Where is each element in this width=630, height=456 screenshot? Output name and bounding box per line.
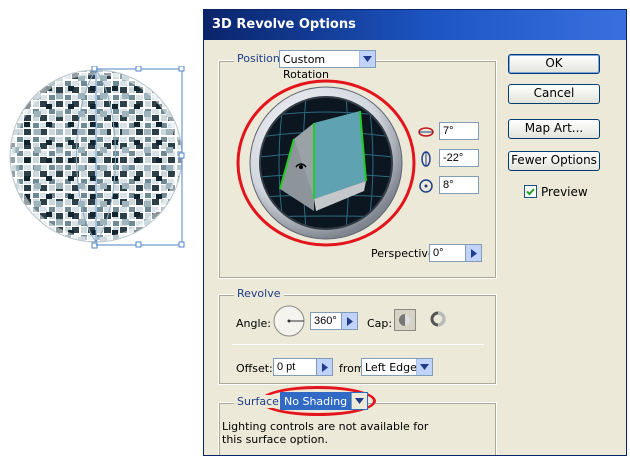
y-rotation-field[interactable]: [439, 149, 479, 167]
perspective-slider-button[interactable]: [466, 244, 482, 262]
cancel-button[interactable]: Cancel: [508, 84, 600, 104]
angle-label: Angle:: [236, 317, 272, 330]
from-dropdown[interactable]: Left Edge: [361, 358, 433, 376]
revolve-options-dialog: 3D Revolve Options Position: Custom Rota…: [203, 9, 627, 456]
x-axis-icon: [418, 124, 434, 140]
revolve-label: Revolve: [234, 287, 284, 300]
z-rotation-field[interactable]: [439, 176, 479, 194]
cap-off-button[interactable]: [428, 309, 450, 331]
fewer-options-button[interactable]: Fewer Options: [508, 151, 600, 171]
y-axis-icon: [418, 151, 434, 167]
surface-value: No Shading: [284, 395, 348, 408]
offset-label: Offset:: [236, 362, 273, 375]
from-value: Left Edge: [365, 361, 417, 374]
map-art-button[interactable]: Map Art...: [508, 119, 600, 139]
angle-slider-button[interactable]: [342, 312, 358, 330]
preview-checkbox[interactable]: [524, 185, 537, 198]
surface-label: Surface:: [234, 395, 286, 408]
surface-note: Lighting controls are not available for …: [222, 420, 429, 446]
surface-dropdown[interactable]: No Shading: [280, 392, 368, 410]
preview-label: Preview: [541, 185, 588, 199]
angle-dial[interactable]: [272, 304, 306, 338]
cap-label: Cap:: [367, 317, 393, 330]
cap-on-button[interactable]: [394, 309, 416, 331]
offset-slider-button[interactable]: [317, 358, 333, 376]
chevron-down-icon[interactable]: [351, 393, 367, 409]
position-dropdown[interactable]: Custom Rotation: [279, 50, 376, 81]
angle-field[interactable]: [310, 312, 342, 330]
chevron-down-icon[interactable]: [416, 359, 432, 375]
x-rotation-field[interactable]: [439, 122, 479, 140]
revolve-divider: [232, 344, 484, 345]
disco-ball-artwork: [0, 65, 196, 252]
dialog-title: 3D Revolve Options: [204, 10, 626, 40]
disco-ball-graphic: [9, 65, 185, 249]
z-axis-icon: [418, 178, 434, 194]
chevron-down-icon[interactable]: [359, 51, 375, 67]
rotation-trackball[interactable]: [234, 77, 418, 249]
offset-field[interactable]: [273, 358, 317, 376]
ok-button[interactable]: OK: [508, 54, 600, 74]
perspective-field[interactable]: [429, 244, 466, 262]
